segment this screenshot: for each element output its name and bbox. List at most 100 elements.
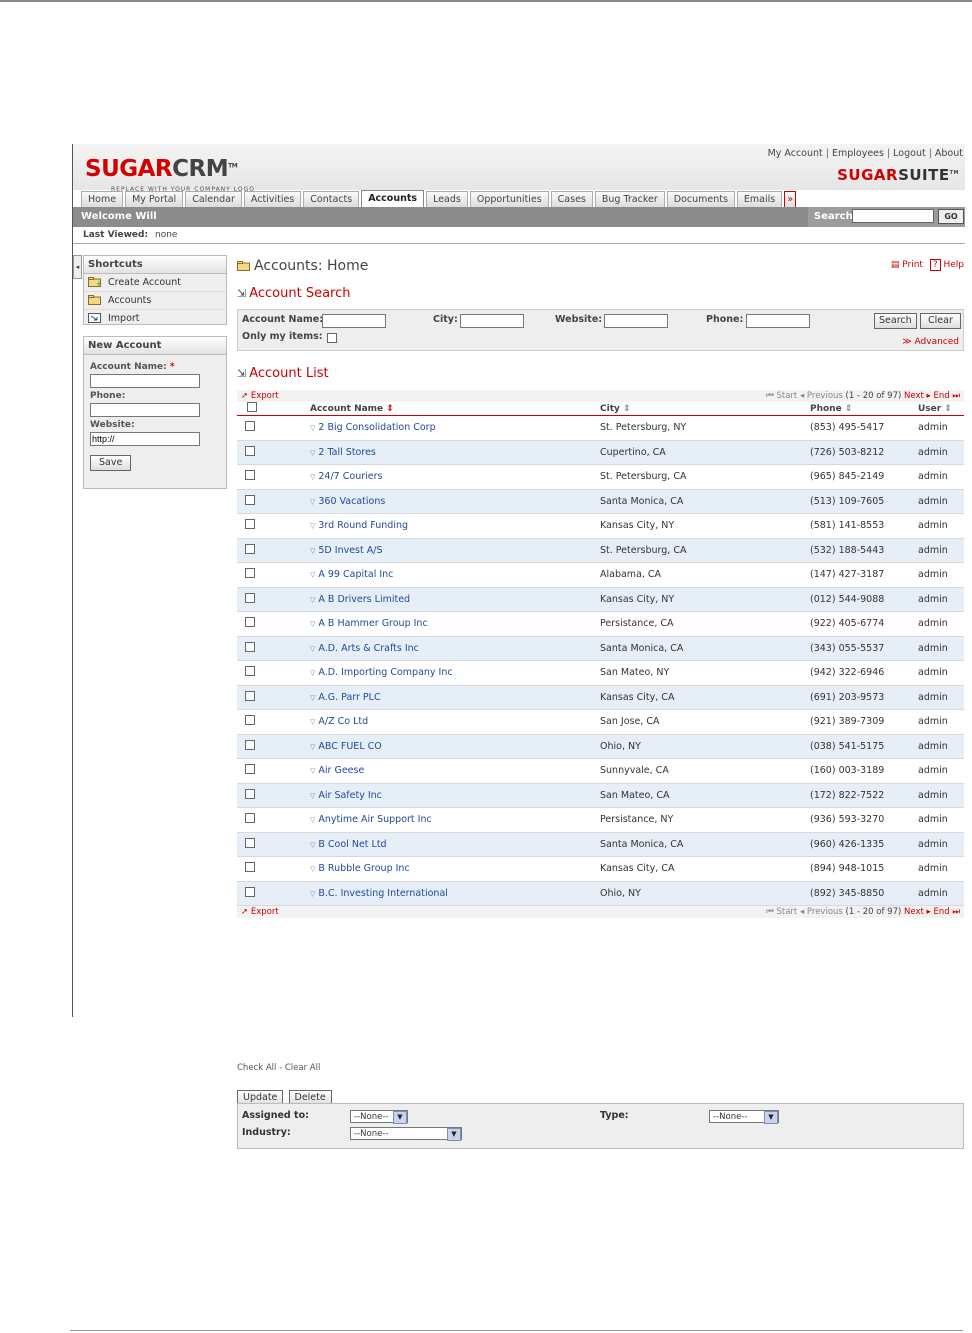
row-checkbox[interactable] (245, 690, 255, 701)
row-menu-icon[interactable]: ▽ (310, 718, 315, 726)
new-account-phone-input[interactable] (90, 403, 200, 417)
tab-opportunities[interactable]: Opportunities (469, 191, 549, 207)
row-checkbox[interactable] (245, 543, 255, 554)
row-checkbox[interactable] (245, 445, 255, 456)
account-name-cell[interactable]: ▽ 360 Vacations (310, 489, 600, 514)
account-name-cell[interactable]: ▽ Air Safety Inc (310, 783, 600, 808)
account-name-cell[interactable]: ▽ A/Z Co Ltd (310, 709, 600, 735)
account-name-cell[interactable]: ▽ Anytime Air Support Inc (310, 807, 600, 833)
shortcut-import[interactable]: Import (84, 310, 226, 327)
account-name-cell[interactable]: ▽ A 99 Capital Inc (310, 562, 600, 588)
row-menu-icon[interactable]: ▽ (310, 522, 315, 530)
row-checkbox[interactable] (245, 568, 255, 579)
account-name-cell[interactable]: ▽ 2 Big Consolidation Corp (310, 415, 600, 441)
row-checkbox[interactable] (245, 641, 255, 652)
tab-calendar[interactable]: Calendar (185, 191, 242, 207)
global-search-input[interactable] (852, 209, 934, 223)
tab-leads[interactable]: Leads (426, 191, 468, 207)
row-checkbox[interactable] (245, 666, 255, 677)
row-menu-icon[interactable]: ▽ (310, 571, 315, 579)
account-name-cell[interactable]: ▽ A.D. Arts & Crafts Inc (310, 636, 600, 661)
row-menu-icon[interactable]: ▽ (310, 694, 315, 702)
row-menu-icon[interactable]: ▽ (310, 890, 315, 898)
account-name-cell[interactable]: ▽ 2 Tall Stores (310, 440, 600, 465)
tab-my-portal[interactable]: My Portal (125, 191, 184, 207)
account-name-cell[interactable]: ▽ B.C. Investing International (310, 881, 600, 906)
account-name-cell[interactable]: ▽ 24/7 Couriers (310, 464, 600, 490)
previous-link[interactable]: ◂ Previous (800, 391, 843, 401)
tab-bug-tracker[interactable]: Bug Tracker (594, 191, 665, 207)
row-checkbox[interactable] (245, 813, 255, 824)
account-name-cell[interactable]: ▽ A B Hammer Group Inc (310, 611, 600, 637)
only-my-items-checkbox[interactable] (327, 333, 337, 343)
tab-home[interactable]: Home (81, 191, 124, 207)
save-button[interactable]: Save (90, 455, 132, 471)
col-user[interactable]: User ⇕ (918, 402, 964, 416)
row-checkbox[interactable] (245, 788, 255, 799)
previous-link[interactable]: ◂ Previous (800, 907, 843, 917)
clear-all-link[interactable]: Clear All (285, 1063, 320, 1073)
account-name-cell[interactable]: ▽ B Cool Net Ltd (310, 832, 600, 857)
account-name-cell[interactable]: ▽ 3rd Round Funding (310, 513, 600, 539)
employees-link[interactable]: Employees (832, 148, 884, 159)
collapse-sidebar-icon[interactable]: ◂ (73, 255, 82, 279)
account-name-cell[interactable]: ▽ A.G. Parr PLC (310, 685, 600, 710)
tab-emails[interactable]: Emails (736, 191, 783, 207)
row-checkbox[interactable] (245, 494, 255, 505)
logout-link[interactable]: Logout (893, 148, 926, 159)
tab-contacts[interactable]: Contacts (303, 191, 360, 207)
row-menu-icon[interactable]: ▽ (310, 767, 315, 775)
search-button[interactable]: Search (874, 313, 917, 329)
row-menu-icon[interactable]: ▽ (310, 449, 315, 457)
row-menu-icon[interactable]: ▽ (310, 620, 315, 628)
row-menu-icon[interactable]: ▽ (310, 865, 315, 873)
new-account-website-input[interactable] (90, 432, 200, 446)
col-account-name[interactable]: Account Name ⇕ (310, 402, 600, 416)
check-all-link[interactable]: Check All (237, 1063, 276, 1073)
row-checkbox[interactable] (245, 592, 255, 603)
col-phone[interactable]: Phone ⇕ (810, 402, 918, 416)
my-account-link[interactable]: My Account (768, 148, 823, 159)
row-menu-icon[interactable]: ▽ (310, 498, 315, 506)
row-menu-icon[interactable]: ▽ (310, 841, 315, 849)
account-name-cell[interactable]: ▽ A.D. Importing Company Inc (310, 660, 600, 686)
row-menu-icon[interactable]: ▽ (310, 547, 315, 555)
help-link[interactable]: Help (943, 260, 964, 270)
row-checkbox[interactable] (245, 617, 255, 628)
tab-cases[interactable]: Cases (550, 191, 593, 207)
next-link[interactable]: Next ▸ (904, 907, 931, 917)
end-link[interactable]: End ⏭ (933, 907, 960, 917)
assigned-to-select[interactable]: --None-- ▼ (350, 1110, 408, 1124)
row-checkbox[interactable] (245, 739, 255, 750)
row-checkbox[interactable] (245, 862, 255, 873)
account-name-cell[interactable]: ▽ ABC FUEL CO (310, 734, 600, 759)
row-menu-icon[interactable]: ▽ (310, 424, 315, 432)
industry-select[interactable]: --None-- ▼ (350, 1127, 462, 1141)
row-menu-icon[interactable]: ▽ (310, 743, 315, 751)
about-link[interactable]: About (935, 148, 963, 159)
row-checkbox[interactable] (245, 837, 255, 848)
shortcut-accounts[interactable]: Accounts (84, 292, 226, 310)
search-website-input[interactable] (604, 314, 668, 328)
shortcut-create-account[interactable]: + Create Account (84, 274, 226, 292)
start-link[interactable]: ⏮ Start (766, 391, 797, 401)
account-name-cell[interactable]: ▽ Air Geese (310, 758, 600, 784)
tab-activities[interactable]: Activities (243, 191, 302, 207)
row-menu-icon[interactable]: ▽ (310, 816, 315, 824)
more-tabs-icon[interactable]: » (784, 191, 797, 207)
account-name-cell[interactable]: ▽ A B Drivers Limited (310, 587, 600, 612)
row-menu-icon[interactable]: ▽ (310, 645, 315, 653)
row-checkbox[interactable] (245, 764, 255, 775)
row-checkbox[interactable] (245, 715, 255, 726)
export-link[interactable]: ➚ Export (241, 390, 279, 402)
select-all-checkbox[interactable] (247, 402, 257, 412)
row-menu-icon[interactable]: ▽ (310, 596, 315, 604)
account-name-cell[interactable]: ▽ B Rubble Group Inc (310, 856, 600, 882)
advanced-search-link[interactable]: ≫ Advanced (902, 337, 959, 347)
search-city-input[interactable] (460, 314, 524, 328)
next-link[interactable]: Next ▸ (904, 391, 931, 401)
new-account-name-input[interactable] (90, 374, 200, 388)
tab-documents[interactable]: Documents (666, 191, 735, 207)
row-checkbox[interactable] (245, 886, 255, 897)
row-checkbox[interactable] (245, 470, 255, 481)
